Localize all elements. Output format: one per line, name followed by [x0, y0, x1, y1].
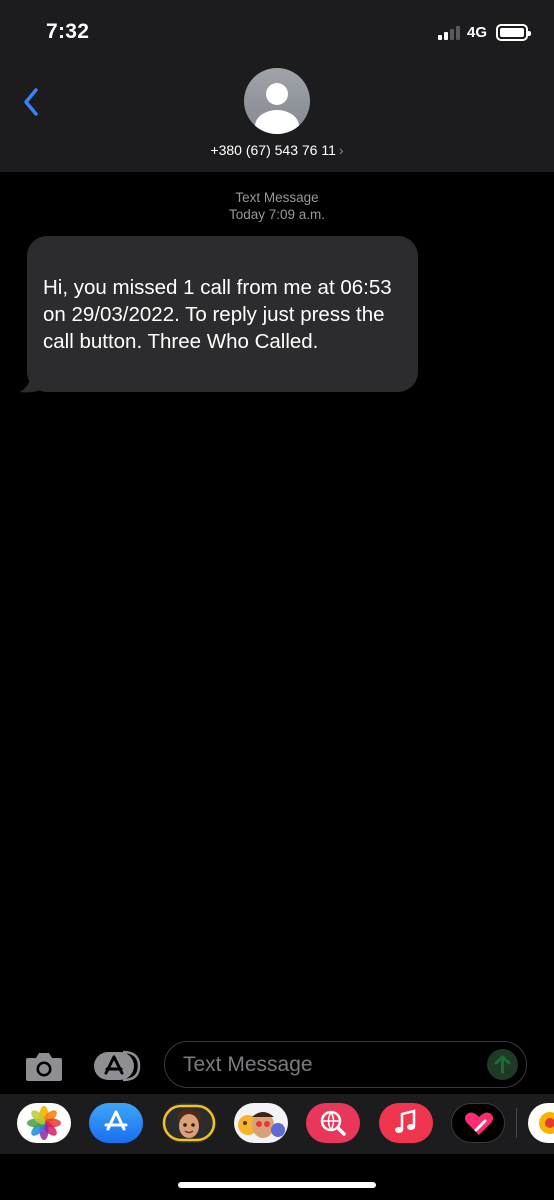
apps-icon — [94, 1050, 141, 1082]
status-time: 7:32 — [46, 20, 90, 43]
send-button[interactable] — [487, 1049, 518, 1080]
camera-button[interactable] — [24, 1049, 64, 1083]
message-kind-label: Text Message — [235, 190, 319, 205]
status-bar: 7:32 4G — [0, 0, 554, 64]
home-indicator[interactable] — [178, 1182, 376, 1188]
camera-icon — [26, 1053, 62, 1081]
app-drawer — [0, 1094, 554, 1154]
contact-avatar[interactable] — [244, 68, 310, 134]
app-store-icon[interactable] — [89, 1103, 143, 1143]
contact-number: +380 (67) 543 76 11 — [210, 142, 336, 158]
animoji-stickers-icon[interactable] — [234, 1103, 288, 1143]
contact-name[interactable]: +380 (67) 543 76 11 › — [0, 142, 554, 158]
back-button[interactable] — [18, 84, 46, 120]
person-silhouette-icon — [255, 83, 299, 134]
message-timestamp: Today 7:09 a.m. — [228, 207, 326, 222]
photos-icon[interactable] — [17, 1103, 71, 1143]
battery-icon — [496, 24, 531, 41]
memoji-icon[interactable] — [162, 1103, 216, 1143]
arrow-up-icon — [494, 1055, 511, 1074]
message-text: Hi, you missed 1 call from me at 06:53 o… — [43, 276, 392, 353]
message-input-container — [164, 1041, 527, 1088]
digital-touch-icon[interactable] — [451, 1103, 505, 1143]
app-store-button[interactable] — [93, 1049, 143, 1083]
signal-strength-icon — [438, 26, 462, 40]
music-icon[interactable] — [379, 1103, 433, 1143]
drawer-divider — [516, 1108, 517, 1138]
conversation-header: +380 (67) 543 76 11 › — [0, 64, 554, 172]
incoming-message-bubble[interactable]: Hi, you missed 1 call from me at 06:53 o… — [27, 236, 418, 392]
more-apps-icon[interactable] — [528, 1103, 554, 1143]
network-type: 4G — [467, 24, 488, 41]
chevron-left-icon — [24, 88, 38, 116]
web-search-icon[interactable] — [306, 1103, 360, 1143]
contact-chevron-icon: › — [338, 142, 344, 158]
message-input[interactable] — [183, 1051, 473, 1078]
